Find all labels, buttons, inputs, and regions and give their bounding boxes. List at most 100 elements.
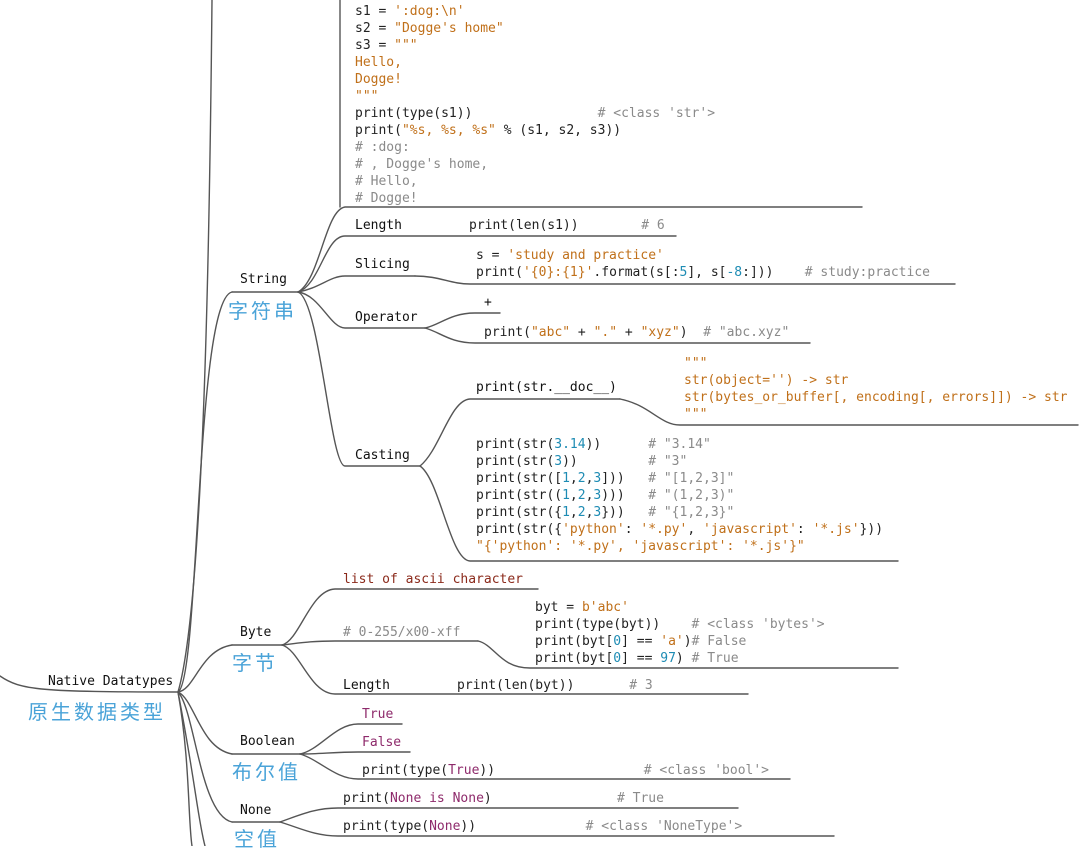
connector-root-to-boolean	[177, 691, 233, 755]
code-token: :	[624, 522, 641, 537]
root-label: Native Datatypes	[48, 674, 174, 689]
code-line: print(type(None)) # <class 'NoneType'>	[343, 818, 742, 835]
code-line: Dogge!	[355, 71, 715, 88]
byte-label-cn: 字节	[232, 651, 278, 675]
code-line: s1 = ':dog:\n'	[355, 3, 715, 20]
byte-code-block: byt = b'abc' print(type(byt)) # <class 'b…	[535, 599, 825, 667]
code-line: print(len(s1)) # 6	[469, 217, 665, 234]
code-line: print('{0}:{1}'.format(s[:5], s[-8:])) #…	[476, 264, 930, 281]
string-code-block: s1 = ':dog:\n' s2 = "Dogge's home" s3 = ""…	[355, 3, 715, 207]
string-operator-label: Operator	[355, 310, 418, 325]
connector-top-trunk	[177, 0, 213, 693]
code-token: ,	[569, 505, 578, 520]
connector-string-slicing	[297, 275, 416, 293]
code-token: print(type(s1))	[355, 106, 598, 121]
code-token: print(str({	[476, 522, 563, 537]
boolean-type-code: print(type(True)) # <class 'bool'>	[362, 762, 769, 779]
none-label: None	[240, 803, 272, 818]
code-token: print(str((	[476, 488, 563, 503]
code-token: None	[429, 819, 461, 834]
code-token: str(bytes_or_buffer[, encoding[, errors]…	[684, 390, 1068, 405]
code-token: """	[394, 38, 418, 53]
code-token: )	[679, 325, 704, 340]
code-token: ,	[687, 522, 703, 537]
code-token: Hello,	[355, 55, 402, 70]
code-token: 'javascript'	[703, 522, 797, 537]
string-casting-label: Casting	[355, 448, 410, 463]
code-token: # Hello,	[355, 174, 418, 189]
code-line: s2 = "Dogge's home"	[355, 20, 715, 37]
code-token: print(type(	[362, 763, 449, 778]
code-token: print(	[476, 265, 523, 280]
code-token: ':dog:\n'	[394, 4, 465, 19]
code-token: # <class 'bool'>	[495, 763, 769, 778]
code-token: "abc"	[530, 325, 571, 340]
boolean-label-cn: 布尔值	[232, 760, 301, 784]
code-token: str(object='') -> str	[684, 373, 849, 388]
code-token: "%s, %s, %s"	[401, 123, 496, 138]
code-token: # <class 'bytes'>	[691, 617, 825, 632]
code-token: # "abc.xyz"	[703, 325, 790, 340]
code-token: # "3"	[648, 454, 688, 469]
code-token: print(str(	[476, 454, 555, 469]
code-token: """	[684, 407, 708, 422]
code-token: print(	[355, 123, 402, 138]
code-token: # , Dogge's home,	[355, 157, 489, 172]
code-token: 'python'	[562, 522, 625, 537]
connector-root-to-below	[177, 691, 193, 846]
code-token: 0	[613, 634, 622, 649]
code-line: # , Dogge's home,	[355, 156, 715, 173]
code-token: % (s1, s2, s3))	[495, 123, 622, 138]
code-line: print(str({1,2,3})) # "{1,2,3}"	[476, 504, 883, 521]
code-token: 2	[577, 505, 586, 520]
code-line: print(type(byt)) # <class 'bytes'>	[535, 616, 825, 633]
code-line: print("abc" + "." + "xyz") # "abc.xyz"	[484, 324, 789, 341]
code-token: # <class 'str'>	[597, 106, 716, 121]
code-token: '*.py'	[640, 522, 688, 537]
code-token: # False	[691, 634, 747, 649]
string-casting-doc: """ str(object='') -> str str(bytes_or_buf…	[684, 355, 1068, 423]
code-token: # <class 'NoneType'>	[476, 819, 743, 834]
none-is-none-code: print(None is None) # True	[343, 790, 664, 807]
code-token: }))	[859, 522, 884, 537]
code-token: # study:practice	[773, 265, 930, 280]
byte-ascii-desc: list of ascii character	[343, 572, 524, 587]
string-slicing-label: Slicing	[355, 257, 410, 272]
code-line: print(len(byt)) # 3	[457, 677, 653, 694]
code-line: Hello,	[355, 54, 715, 71]
code-token: s3 =	[355, 38, 395, 53]
code-token: ,	[569, 488, 578, 503]
code-token: s =	[476, 248, 508, 263]
code-token: -8	[726, 265, 743, 280]
code-token: "{'python': '*.py', 'javascript': '*.js'…	[476, 539, 805, 554]
code-line: print(type(s1)) # <class 'str'>	[355, 105, 715, 122]
code-token: }))	[601, 505, 649, 520]
code-token: byt =	[535, 600, 582, 615]
code-token: print(type(	[343, 819, 430, 834]
code-token: print(str(	[476, 437, 555, 452]
code-token: +	[570, 325, 594, 340]
code-line: print(byt[0] == 97) # True	[535, 650, 825, 667]
code-token: print(str({	[476, 505, 563, 520]
code-token: 1	[562, 471, 570, 486]
code-line: print(byt[0] == 'a')# False	[535, 633, 825, 650]
code-token: ))	[562, 454, 649, 469]
code-token: ,	[569, 471, 578, 486]
code-token: 97	[660, 651, 676, 666]
code-token: s1 =	[355, 4, 395, 19]
code-token: is	[429, 791, 445, 806]
code-token: :]))	[742, 265, 774, 280]
code-token: :	[796, 522, 813, 537]
code-token: 'a'	[660, 634, 684, 649]
code-token: print(	[484, 325, 531, 340]
code-token: )	[683, 634, 692, 649]
code-token: """	[355, 89, 379, 104]
code-token: ))	[460, 819, 477, 834]
code-token: print(	[343, 791, 390, 806]
code-token: # "{1,2,3}"	[648, 505, 735, 520]
root-label-cn: 原生数据类型	[28, 700, 166, 724]
code-token: .format(s[:	[593, 265, 680, 280]
code-token: None	[452, 791, 484, 806]
string-operator-code: print("abc" + "." + "xyz") # "abc.xyz"	[484, 324, 789, 341]
